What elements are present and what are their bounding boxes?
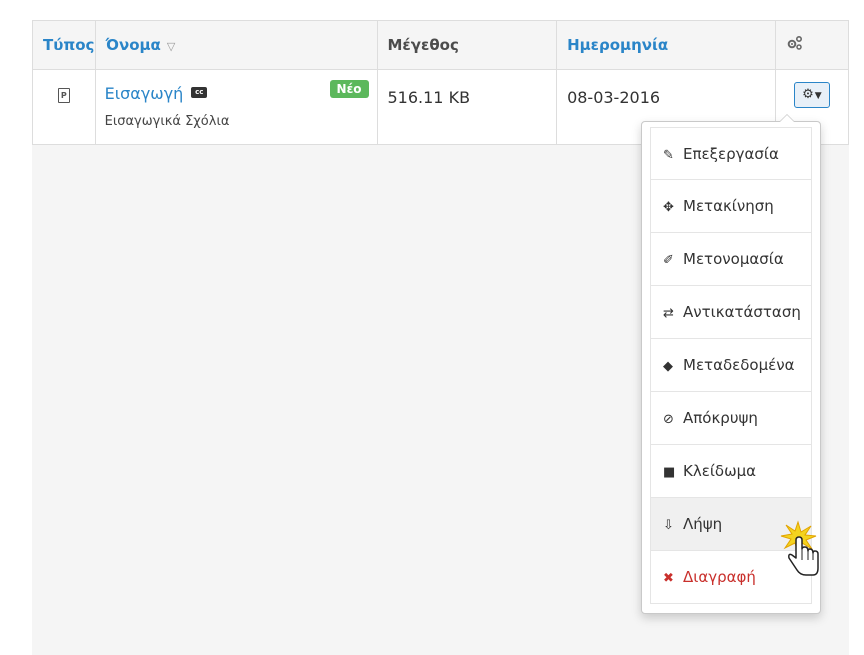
pencil-icon: ✐ <box>663 253 674 268</box>
menu-item-hide[interactable]: ⊘ Απόκρυψη <box>650 392 812 445</box>
menu-item-rename[interactable]: ✐ Μετονομασία <box>650 233 812 286</box>
actions-dropdown-button[interactable]: ⚙▼ <box>793 82 830 108</box>
header-type[interactable]: Τύπος <box>32 20 96 70</box>
sort-caret-icon[interactable]: ▽ <box>167 40 175 53</box>
cell-type: P <box>32 69 96 145</box>
header-date[interactable]: Ημερομηνία <box>556 20 776 70</box>
menu-item-label: Μεταδεδομένα <box>683 356 795 374</box>
file-description: Εισαγωγικά Σχόλια <box>104 114 230 129</box>
menu-item-replace[interactable]: ⇄ Αντικατάσταση <box>650 286 812 339</box>
file-size: 516.11 KB <box>387 88 471 107</box>
header-actions <box>774 20 850 70</box>
menu-item-edit[interactable]: ✎ Επεξεργασία <box>650 127 812 180</box>
menu-item-label: Αντικατάσταση <box>683 303 801 321</box>
menu-item-label: Διαγραφή <box>683 568 756 586</box>
menu-item-label: Απόκρυψη <box>683 409 758 427</box>
menu-item-label: Μετονομασία <box>683 250 784 268</box>
header-name-label[interactable]: Όνομα <box>106 36 161 54</box>
closed-captions-icon: cc <box>191 87 208 98</box>
hand-cursor-icon <box>780 520 819 576</box>
menu-item-label: Λήψη <box>683 515 723 533</box>
move-icon: ✥ <box>663 200 674 215</box>
menu-item-metadata[interactable]: ◆ Μεταδεδομένα <box>650 339 812 392</box>
header-name[interactable]: Όνομα ▽ <box>94 20 378 70</box>
delete-icon: ✖ <box>663 571 674 586</box>
tags-icon: ◆ <box>663 359 673 374</box>
gear-icon: ⚙ <box>802 87 814 102</box>
lock-icon: ■ <box>663 465 676 480</box>
edit-icon: ✎ <box>663 148 674 163</box>
menu-item-label: Επεξεργασία <box>683 145 779 163</box>
swap-icon: ⇄ <box>663 306 674 321</box>
menu-item-label: Κλείδωμα <box>683 462 757 480</box>
cell-size: 516.11 KB <box>376 69 558 145</box>
file-name-link[interactable]: Εισαγωγή cc <box>105 84 208 103</box>
cell-name: Εισαγωγή cc Νέο Εισαγωγικά Σχόλια <box>94 69 378 145</box>
eye-slash-icon: ⊘ <box>663 412 674 427</box>
menu-item-label: Μετακίνηση <box>683 197 774 215</box>
menu-item-lock[interactable]: ■ Κλείδωμα <box>650 445 812 498</box>
menu-item-move[interactable]: ✥ Μετακίνηση <box>650 180 812 233</box>
table-header-row: Τύπος Όνομα ▽ Μέγεθος Ημερομηνία <box>32 20 850 70</box>
file-date: 08-03-2016 <box>567 88 661 107</box>
caret-down-icon: ▼ <box>814 91 822 101</box>
pdf-file-icon: P <box>57 88 70 103</box>
header-size[interactable]: Μέγεθος <box>376 20 558 70</box>
download-icon: ⇩ <box>663 518 674 533</box>
file-name[interactable]: Εισαγωγή <box>105 84 184 103</box>
gears-icon <box>787 35 802 50</box>
new-badge: Νέο <box>329 80 369 98</box>
